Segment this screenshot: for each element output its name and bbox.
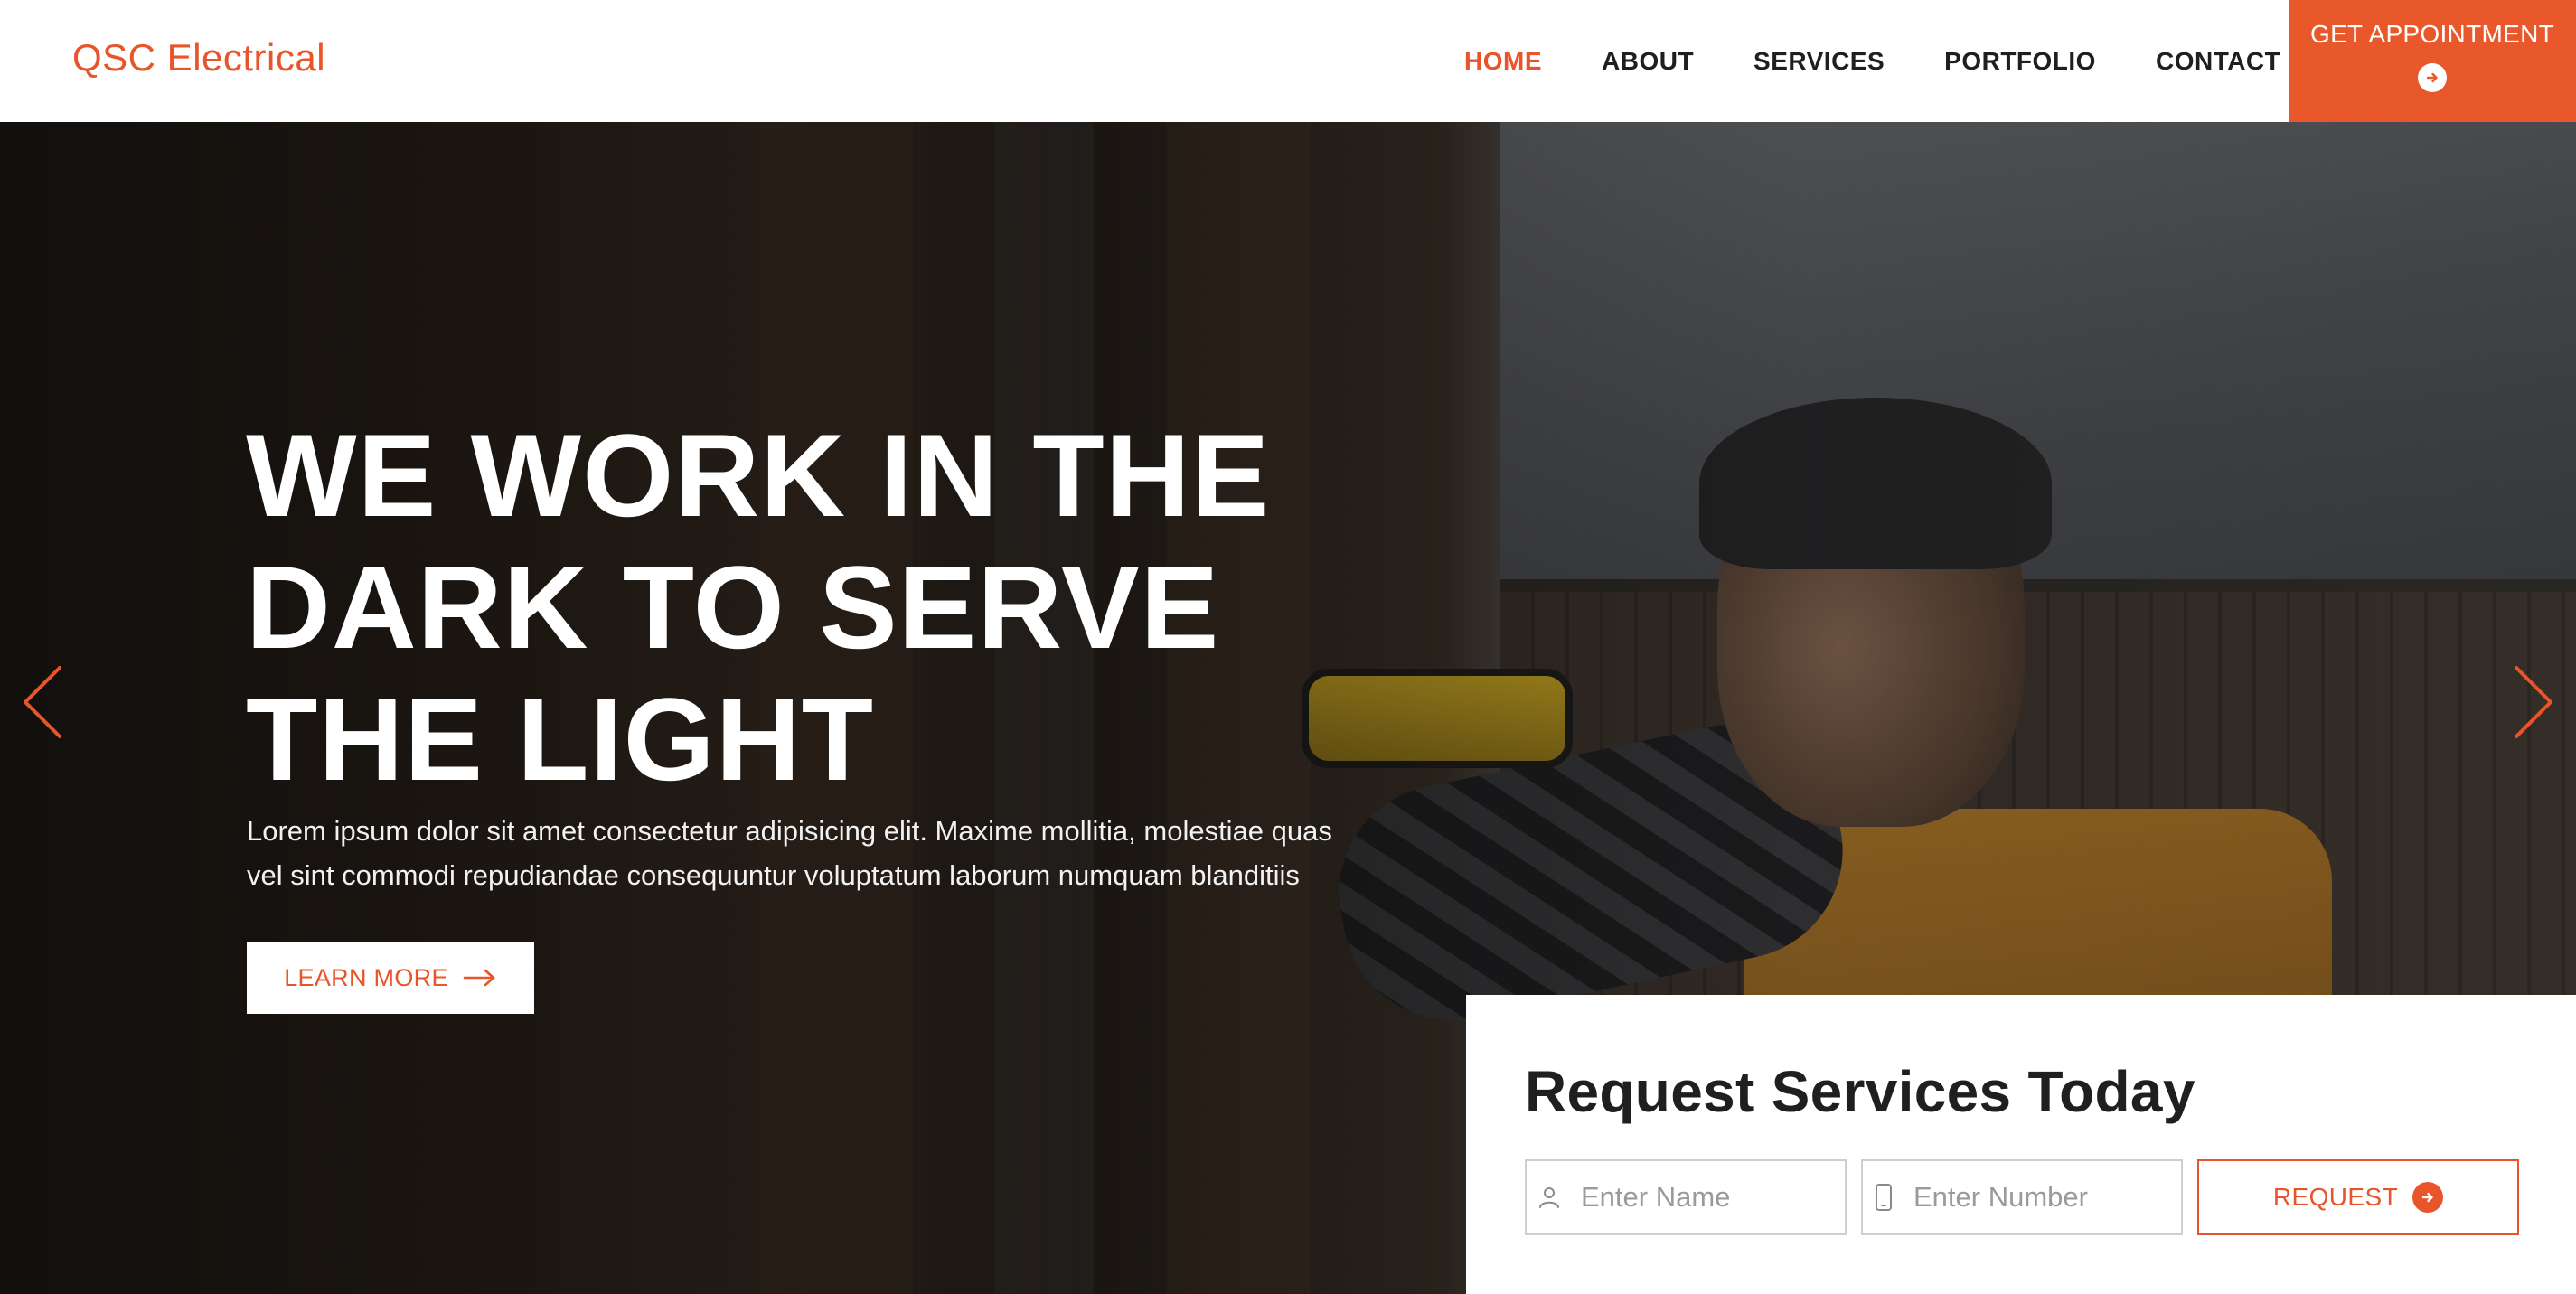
chevron-right-icon	[2515, 666, 2552, 738]
chevron-left-icon	[24, 666, 61, 738]
request-title: Request Services Today	[1525, 1059, 2195, 1124]
arrow-right-circle-icon	[2418, 63, 2447, 92]
user-icon	[1537, 1186, 1561, 1209]
brand-logo[interactable]: QSC Electrical	[72, 36, 325, 80]
request-services-card: Request Services Today REQUEST	[1466, 995, 2576, 1294]
nav-item-about[interactable]: ABOUT	[1602, 47, 1694, 76]
main-nav: HOME ABOUT SERVICES PORTFOLIO CONTACT	[1464, 0, 2280, 122]
hero-description: Lorem ipsum dolor sit amet consectetur a…	[247, 815, 1332, 891]
learn-more-label: LEARN MORE	[284, 963, 448, 991]
hero-title: WE WORK IN THE DARK TO SERVE THE LIGHT	[246, 409, 1271, 805]
slider-next-button[interactable]	[2505, 657, 2560, 747]
get-appointment-label: GET APPOINTMENT	[2309, 20, 2555, 48]
phone-icon	[1874, 1183, 1894, 1212]
request-button-label: REQUEST	[2272, 1183, 2399, 1211]
nav-item-contact[interactable]: CONTACT	[2156, 47, 2280, 76]
nav-item-portfolio[interactable]: PORTFOLIO	[1944, 47, 2096, 76]
arrow-right-circle-icon	[2412, 1182, 2444, 1213]
number-field	[1861, 1159, 2274, 1235]
nav-item-home[interactable]: HOME	[1464, 47, 1542, 76]
get-appointment-button[interactable]: GET APPOINTMENT	[2289, 0, 2576, 122]
learn-more-button[interactable]: LEARN MORE	[247, 942, 534, 1014]
nav-item-services[interactable]: SERVICES	[1753, 47, 1885, 76]
name-field	[1525, 1159, 1941, 1235]
request-button[interactable]: REQUEST	[2197, 1159, 2519, 1235]
site-header: QSC Electrical HOME ABOUT SERVICES PORTF…	[0, 0, 2576, 122]
slider-prev-button[interactable]	[16, 657, 71, 747]
arrow-right-icon	[463, 969, 495, 987]
